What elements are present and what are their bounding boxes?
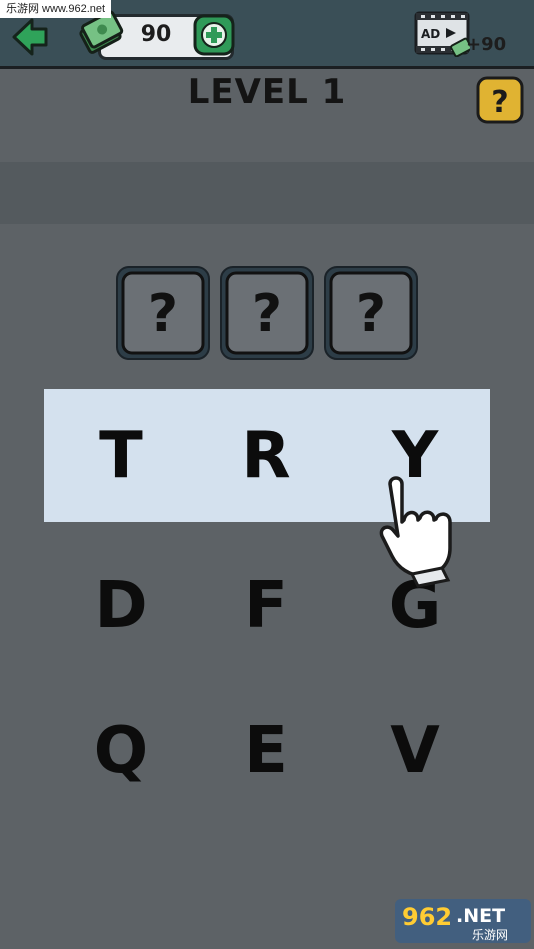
- slot-placeholder: ?: [252, 284, 282, 344]
- back-arrow-icon: [12, 18, 48, 56]
- clue-band: [0, 162, 534, 224]
- video-ad-icon: AD: [414, 11, 473, 58]
- letter-tile-g[interactable]: G: [365, 561, 465, 651]
- answer-slots: ? ? ?: [115, 265, 421, 361]
- svg-text:962: 962: [402, 903, 452, 931]
- level-title: LEVEL 1: [187, 72, 347, 112]
- coin-count: 90: [140, 22, 172, 47]
- site-watermark: 乐游网 www.962.net: [0, 0, 112, 18]
- site-logo-watermark: 962 .NET 乐游网: [395, 899, 531, 943]
- slot-placeholder: ?: [148, 284, 178, 344]
- slot-placeholder: ?: [356, 284, 386, 344]
- letter-tile-q[interactable]: Q: [71, 706, 171, 796]
- letter-tile-e[interactable]: E: [216, 706, 316, 796]
- letter-tile-f[interactable]: F: [216, 561, 316, 651]
- answer-slot[interactable]: ?: [219, 265, 315, 361]
- hint-button[interactable]: ?: [476, 76, 524, 124]
- watch-ad-button[interactable]: AD: [414, 11, 473, 58]
- letter-tile-y[interactable]: Y: [365, 411, 465, 501]
- answer-slot[interactable]: ?: [115, 265, 211, 361]
- letter-tile-d[interactable]: D: [71, 561, 171, 651]
- back-button[interactable]: [10, 16, 52, 58]
- ad-bonus-text: +90: [466, 34, 507, 55]
- svg-text:乐游网: 乐游网: [472, 928, 508, 942]
- answer-slot[interactable]: ?: [323, 265, 419, 361]
- letter-tile-v[interactable]: V: [365, 706, 465, 796]
- question-icon: ?: [476, 76, 524, 124]
- svg-text:?: ?: [491, 85, 508, 120]
- svg-text:.NET: .NET: [456, 905, 505, 927]
- letter-tile-t[interactable]: T: [71, 411, 171, 501]
- add-coins-button[interactable]: [193, 14, 235, 56]
- ad-label: AD: [421, 27, 440, 41]
- plus-icon: [193, 14, 235, 56]
- letter-tile-r[interactable]: R: [216, 411, 316, 501]
